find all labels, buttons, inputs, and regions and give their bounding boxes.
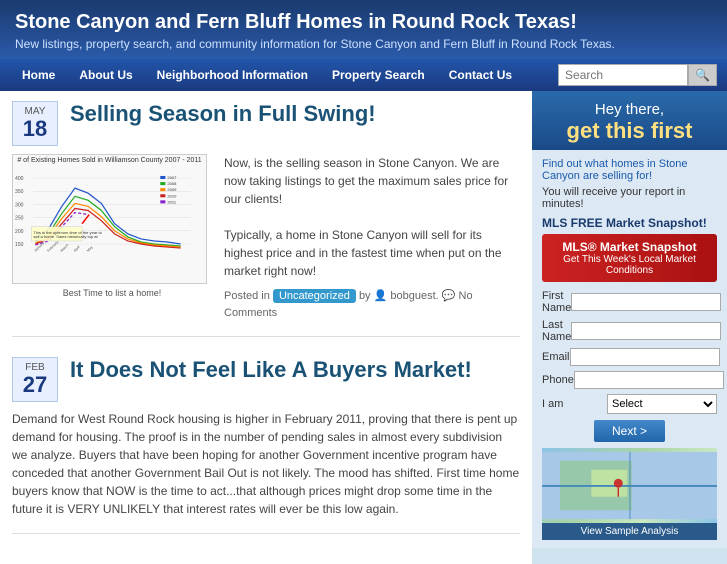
- nav-neighborhood[interactable]: Neighborhood Information: [145, 62, 320, 88]
- post-selling-season: MAY 18 Selling Season in Full Swing! # o…: [12, 101, 520, 337]
- author-name: bobguest.: [390, 290, 438, 302]
- post2-date: FEB 27: [12, 357, 58, 402]
- map-svg: [542, 448, 717, 523]
- svg-text:May: May: [86, 245, 94, 253]
- post1-header: MAY 18 Selling Season in Full Swing!: [12, 101, 520, 146]
- svg-text:March: March: [60, 243, 70, 253]
- post2-day: 27: [21, 373, 49, 397]
- nav-property-search[interactable]: Property Search: [320, 62, 437, 88]
- svg-text:sell a home. Sales historicall: sell a home. Sales historically top at: [33, 234, 98, 239]
- sidebar-hey: Hey there,: [544, 101, 715, 118]
- nav-home[interactable]: Home: [10, 62, 67, 88]
- site-subtitle: New listings, property search, and commu…: [15, 37, 712, 51]
- sidebar-desc1: Find out what homes in Stone Canyon are …: [542, 158, 717, 182]
- svg-text:2011: 2011: [167, 200, 176, 205]
- by-label: by: [359, 290, 371, 302]
- chart-svg: 400 350 300 250 200 150: [13, 166, 206, 256]
- navigation: Home About Us Neighborhood Information P…: [0, 59, 727, 91]
- svg-text:2009: 2009: [167, 187, 177, 192]
- post1-title[interactable]: Selling Season in Full Swing!: [70, 101, 376, 127]
- svg-text:January: January: [33, 241, 45, 253]
- first-name-label: First Name: [542, 290, 571, 314]
- mls-label: MLS FREE Market Snapshot!: [542, 216, 717, 230]
- nav-about[interactable]: About Us: [67, 62, 144, 88]
- post1-day: 18: [21, 117, 49, 141]
- post2-text: Demand for West Round Rock housing is hi…: [12, 410, 520, 518]
- last-name-row: Last Name: [542, 319, 717, 343]
- email-input[interactable]: [570, 348, 720, 366]
- phone-input[interactable]: [574, 371, 724, 389]
- phone-label: Phone: [542, 374, 574, 386]
- sidebar-desc2: You will receive your report in minutes!: [542, 186, 717, 210]
- search-input[interactable]: [558, 64, 688, 86]
- svg-text:February: February: [46, 240, 59, 253]
- svg-text:300: 300: [15, 203, 24, 209]
- mls-banner[interactable]: MLS® Market Snapshot Get This Week's Loc…: [542, 234, 717, 282]
- first-name-row: First Name: [542, 290, 717, 314]
- post1-meta: Posted in Uncategorized by 👤 bobguest. 💬…: [224, 288, 520, 321]
- posted-in-label: Posted in: [224, 290, 270, 302]
- search-button[interactable]: 🔍: [688, 64, 717, 86]
- mls-banner-sub: Get This Week's Local Market Conditions: [550, 254, 709, 276]
- content-area: MAY 18 Selling Season in Full Swing! # o…: [0, 91, 532, 564]
- category-tag[interactable]: Uncategorized: [273, 289, 356, 303]
- mls-banner-title: MLS® Market Snapshot: [550, 240, 709, 254]
- post1-image-section: # of Existing Homes Sold in Williamson C…: [12, 154, 212, 321]
- last-name-label: Last Name: [542, 319, 571, 343]
- site-title: Stone Canyon and Fern Bluff Homes in Rou…: [15, 10, 712, 34]
- sidebar-header: Hey there, get this first: [532, 91, 727, 150]
- post2-header: FEB 27 It Does Not Feel Like A Buyers Ma…: [12, 357, 520, 402]
- svg-text:150: 150: [15, 242, 24, 248]
- i-am-row: I am Select Buyer Seller Both: [542, 394, 717, 414]
- svg-text:200: 200: [15, 229, 24, 235]
- i-am-select[interactable]: Select Buyer Seller Both: [607, 394, 717, 414]
- svg-text:350: 350: [15, 189, 24, 195]
- i-am-label: I am: [542, 398, 607, 410]
- view-sample-link[interactable]: View Sample Analysis: [542, 523, 717, 540]
- svg-text:April: April: [73, 245, 81, 253]
- svg-text:250: 250: [15, 216, 24, 222]
- svg-text:2008: 2008: [167, 181, 177, 186]
- svg-text:2010: 2010: [167, 193, 177, 198]
- last-name-input[interactable]: [571, 322, 721, 340]
- svg-text:2007: 2007: [167, 175, 177, 180]
- nav-contact[interactable]: Contact Us: [437, 62, 524, 88]
- post1-chart: # of Existing Homes Sold in Williamson C…: [12, 154, 207, 284]
- post-buyers-market: FEB 27 It Does Not Feel Like A Buyers Ma…: [12, 357, 520, 534]
- post1-date: MAY 18: [12, 101, 58, 146]
- email-row: Email: [542, 348, 717, 366]
- post1-body: # of Existing Homes Sold in Williamson C…: [12, 154, 520, 321]
- next-button[interactable]: Next >: [594, 420, 665, 442]
- email-label: Email: [542, 351, 570, 363]
- phone-row: Phone: [542, 371, 717, 389]
- post1-para1: Now, is the selling season in Stone Cany…: [224, 154, 520, 208]
- search-form: 🔍: [558, 64, 717, 86]
- post1-para2: Typically, a home in Stone Canyon will s…: [224, 226, 520, 280]
- sidebar-content: Find out what homes in Stone Canyon are …: [532, 150, 727, 548]
- post1-text: Now, is the selling season in Stone Cany…: [224, 154, 520, 321]
- post2-title[interactable]: It Does Not Feel Like A Buyers Market!: [70, 357, 472, 383]
- sidebar-map: [542, 448, 717, 523]
- chart-title: # of Existing Homes Sold in Williamson C…: [13, 155, 206, 166]
- first-name-input[interactable]: [571, 293, 721, 311]
- sidebar: Hey there, get this first Find out what …: [532, 91, 727, 564]
- site-header: Stone Canyon and Fern Bluff Homes in Rou…: [0, 0, 727, 59]
- sidebar-get-this: get this first: [544, 118, 715, 144]
- svg-text:400: 400: [15, 176, 24, 182]
- main-content: MAY 18 Selling Season in Full Swing! # o…: [0, 91, 727, 564]
- chart-caption: Best Time to list a home!: [12, 288, 212, 298]
